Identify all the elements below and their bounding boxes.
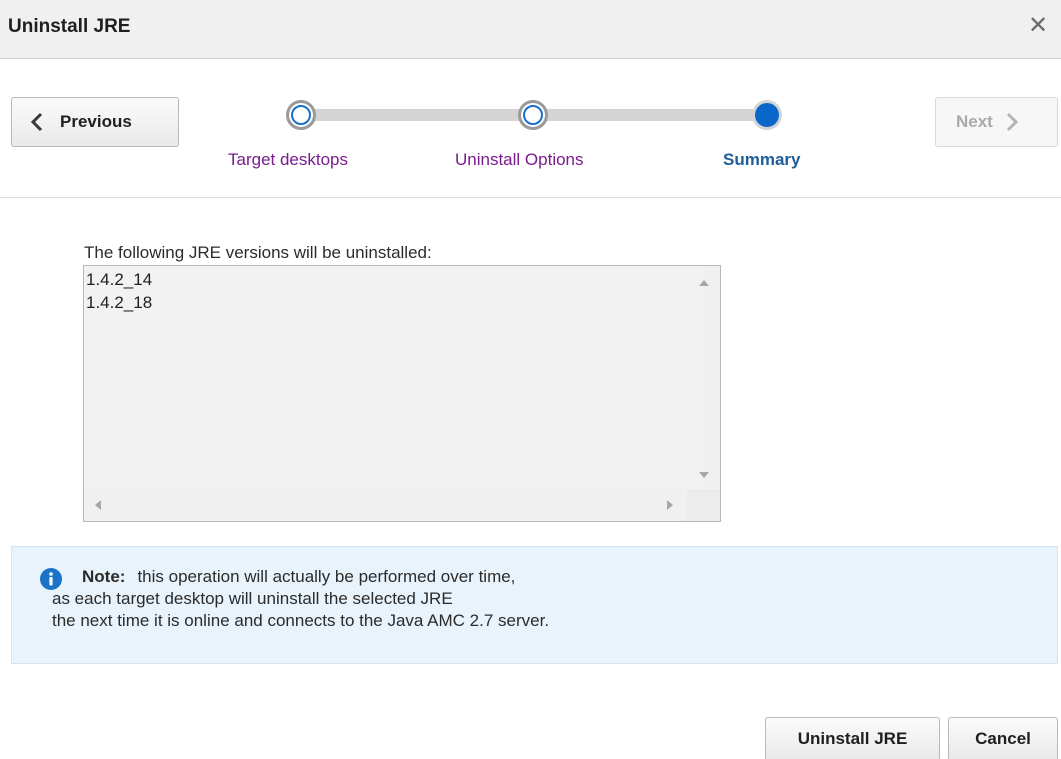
- list-item: 1.4.2_14: [86, 270, 153, 289]
- dialog-header: Uninstall JRE ✕: [0, 0, 1061, 59]
- scroll-down-icon[interactable]: [699, 472, 709, 478]
- note-line-2: as each target desktop will uninstall th…: [52, 589, 453, 608]
- uninstall-jre-button[interactable]: Uninstall JRE: [765, 717, 940, 759]
- scroll-left-icon[interactable]: [95, 500, 101, 510]
- vertical-scrollbar[interactable]: [699, 266, 720, 488]
- uninstall-jre-dialog: Uninstall JRE ✕ Previous Target desktops…: [0, 0, 1061, 759]
- scroll-up-icon[interactable]: [699, 280, 709, 286]
- note-line-3: the next time it is online and connects …: [52, 611, 550, 630]
- previous-button[interactable]: Previous: [11, 97, 179, 147]
- chevron-left-icon: [30, 112, 44, 132]
- train-label-summary: Summary: [723, 150, 801, 169]
- versions-listbox[interactable]: 1.4.2_14 1.4.2_18: [83, 265, 721, 522]
- train-stop-uninstall-options[interactable]: [518, 100, 548, 130]
- scrollbar-corner: [687, 489, 720, 521]
- horizontal-scrollbar[interactable]: [84, 489, 687, 521]
- wizard-train: Previous Target desktops Uninstall Optio…: [0, 60, 1061, 198]
- note-text: Note: this operation will actually be per…: [52, 566, 549, 632]
- train-label-target-desktops[interactable]: Target desktops: [228, 150, 348, 170]
- previous-button-label: Previous: [60, 112, 132, 131]
- train-label-uninstall-options[interactable]: Uninstall Options: [455, 150, 584, 170]
- versions-list: 1.4.2_14 1.4.2_18: [84, 268, 152, 314]
- summary-content: The following JRE versions will be unins…: [0, 198, 1061, 759]
- note-line-1: this operation will actually be performe…: [137, 567, 516, 586]
- note-label: Note:: [82, 567, 126, 586]
- dialog-title: Uninstall JRE: [8, 16, 131, 37]
- chevron-right-icon: [1005, 112, 1019, 132]
- cancel-button[interactable]: Cancel: [948, 717, 1058, 759]
- next-button-label: Next: [956, 112, 993, 131]
- train-stop-summary: [752, 100, 782, 130]
- close-icon[interactable]: ✕: [1027, 14, 1049, 38]
- versions-caption: The following JRE versions will be unins…: [84, 243, 432, 262]
- info-note: Note: this operation will actually be per…: [11, 546, 1058, 664]
- train-stop-target-desktops[interactable]: [286, 100, 316, 130]
- list-item: 1.4.2_18: [86, 293, 153, 312]
- next-button[interactable]: Next: [935, 97, 1058, 147]
- scroll-right-icon[interactable]: [667, 500, 673, 510]
